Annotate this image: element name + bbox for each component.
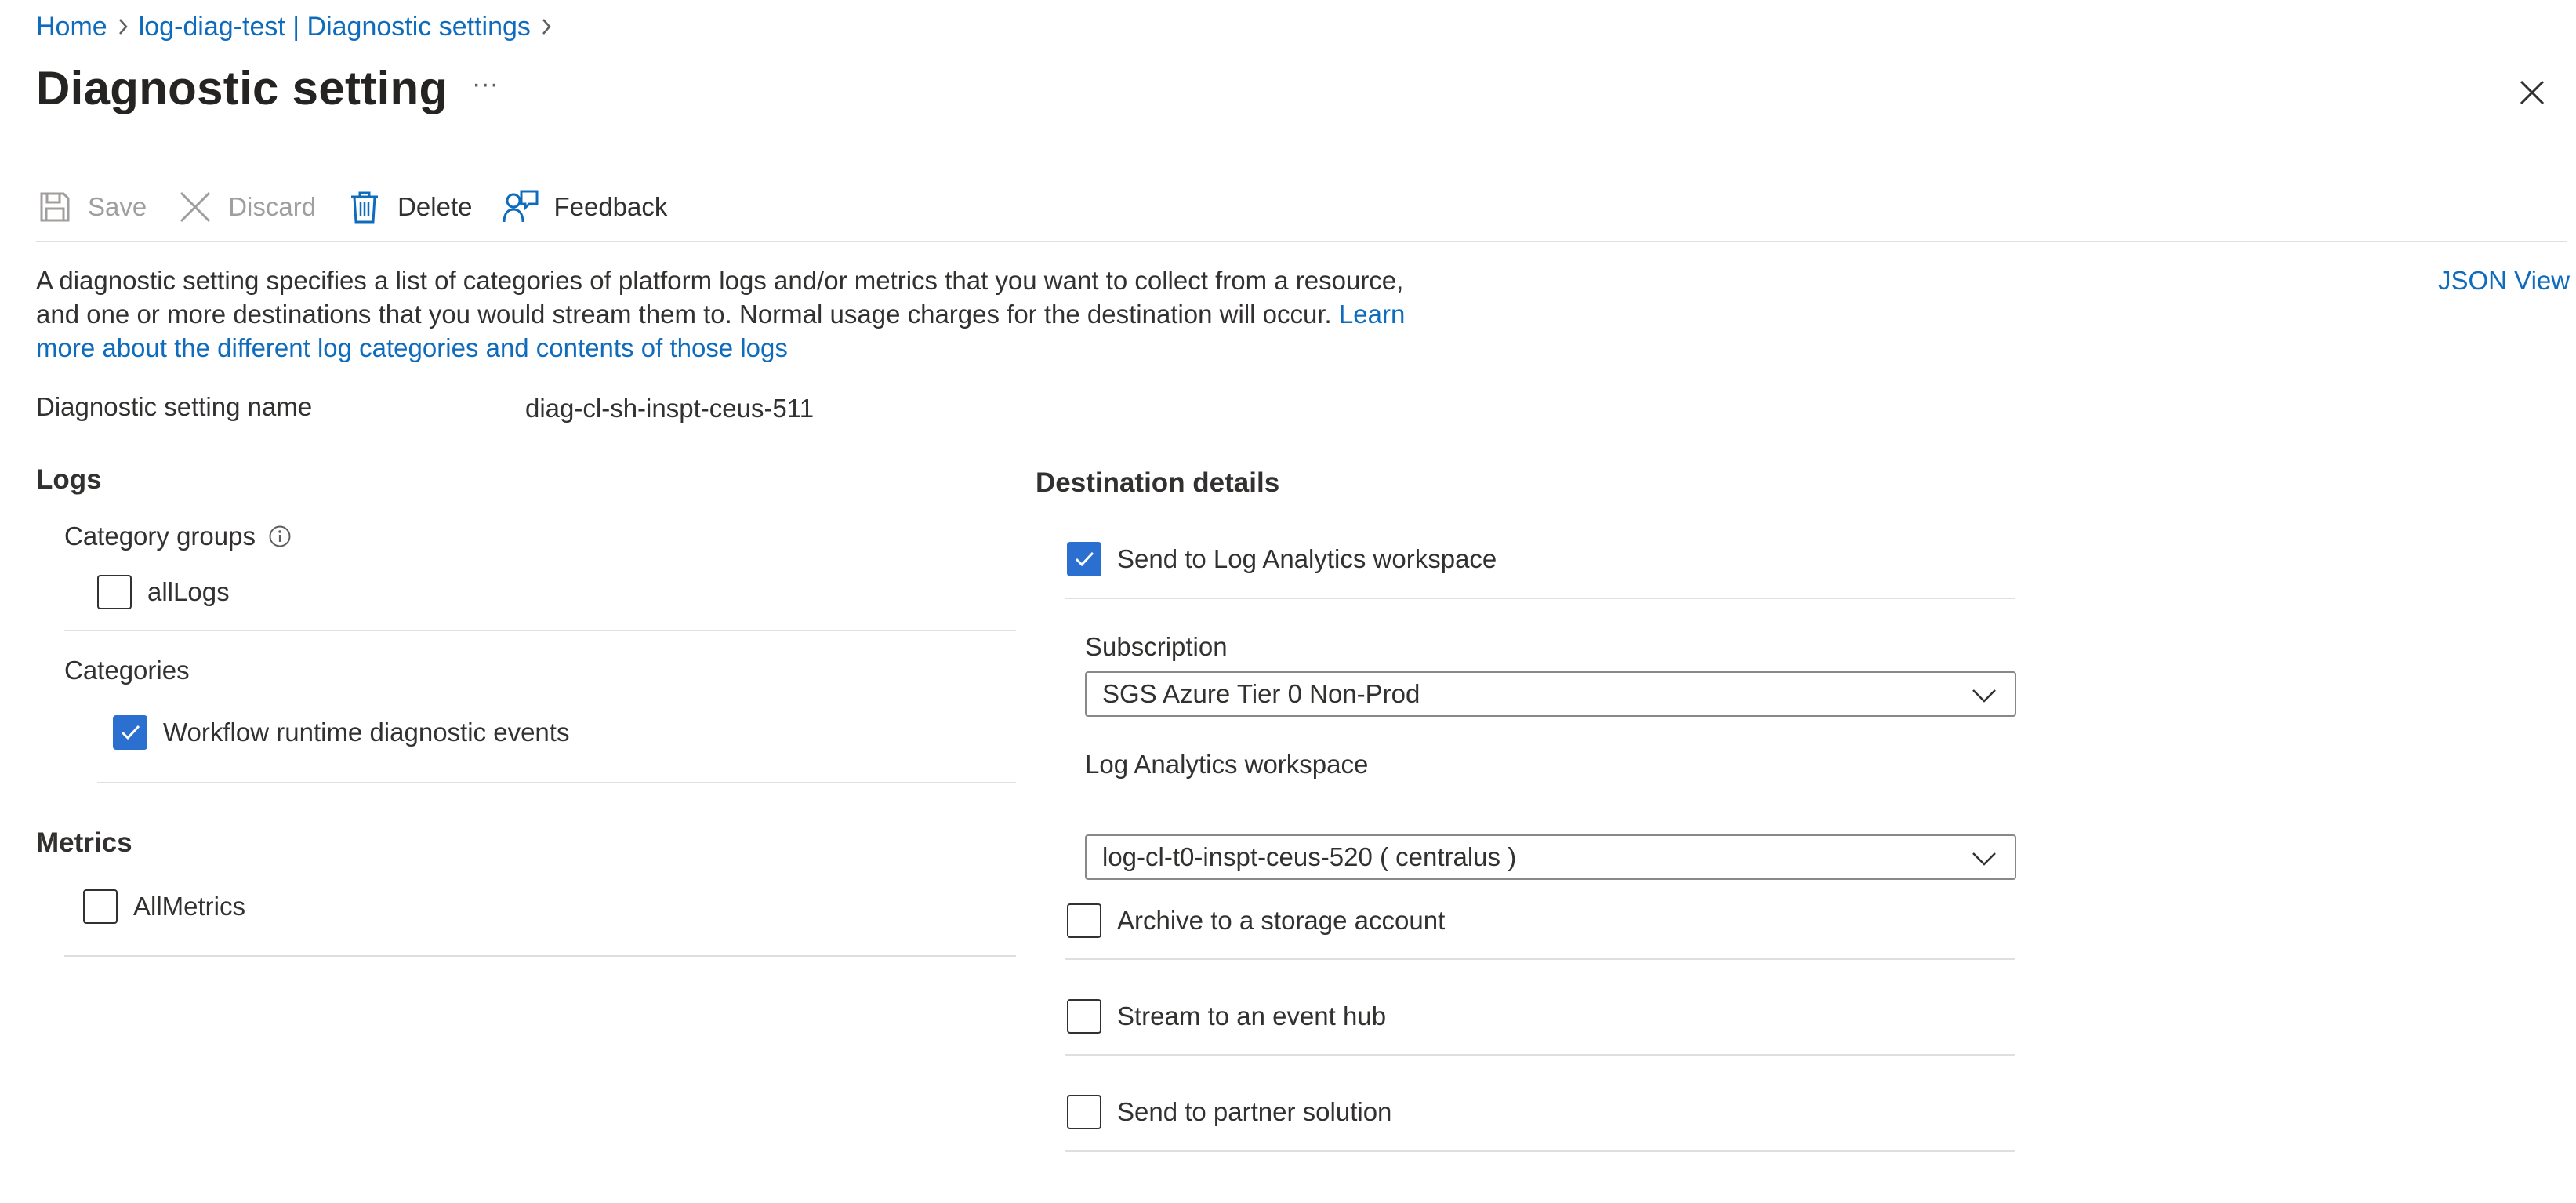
divider (1065, 958, 2015, 960)
breadcrumb: Home log-diag-test | Diagnostic settings (36, 9, 562, 44)
checkbox-box[interactable] (83, 889, 118, 924)
divider (1065, 598, 2015, 599)
save-label: Save (88, 192, 147, 221)
description: A diagnostic setting specifies a list of… (36, 263, 1439, 365)
description-text: A diagnostic setting specifies a list of… (36, 266, 1404, 329)
checkbox-event-hub[interactable]: Stream to an event hub (1067, 999, 1386, 1034)
checkmark-icon (1075, 551, 1094, 567)
feedback-icon (502, 188, 539, 226)
breadcrumb-diagnostic-settings-link[interactable]: log-diag-test | Diagnostic settings (139, 12, 531, 42)
category-groups-heading: Category groups (64, 522, 292, 551)
checkbox-label: Send to Log Analytics workspace (1117, 544, 1497, 573)
subscription-label: Subscription (1085, 632, 1228, 661)
checkmark-icon (121, 725, 140, 740)
checkbox-label: Workflow runtime diagnostic events (163, 718, 570, 747)
delete-label: Delete (397, 192, 473, 221)
subscription-value: SGS Azure Tier 0 Non-Prod (1102, 679, 1420, 708)
workspace-dropdown[interactable]: log-cl-t0-inspt-ceus-520 ( centralus ) (1085, 834, 2016, 880)
category-groups-label: Category groups (64, 522, 256, 551)
checkbox-label: allLogs (147, 577, 230, 606)
chevron-right-icon (107, 9, 139, 44)
breadcrumb-home-link[interactable]: Home (36, 12, 107, 42)
delete-button[interactable]: Delete (346, 182, 472, 232)
chevron-right-icon (531, 9, 562, 44)
feedback-label: Feedback (553, 192, 668, 221)
checkbox-archive-storage[interactable]: Archive to a storage account (1067, 903, 1445, 938)
divider (64, 955, 1016, 957)
discard-button[interactable]: Discard (176, 182, 316, 232)
save-icon (36, 188, 74, 226)
divider (1065, 1054, 2015, 1056)
workspace-label: Log Analytics workspace (1085, 750, 1369, 779)
checkbox-partner-solution[interactable]: Send to partner solution (1067, 1095, 1391, 1129)
checkbox-box[interactable] (1067, 1095, 1101, 1129)
close-icon[interactable] (2515, 75, 2549, 110)
checkbox-label: Send to partner solution (1117, 1097, 1392, 1126)
checkbox-label: Stream to an event hub (1117, 1001, 1387, 1030)
destination-heading: Destination details (1036, 467, 1280, 498)
trash-icon (346, 188, 383, 226)
page-title: Diagnostic setting (36, 62, 448, 114)
divider (64, 630, 1016, 631)
checkbox-box[interactable] (113, 715, 147, 750)
divider (1065, 1150, 2015, 1152)
checkbox-box[interactable] (97, 575, 132, 609)
setting-name-value: diag-cl-sh-inspt-ceus-511 (525, 394, 815, 423)
chevron-down-icon (1971, 682, 1997, 715)
checkbox-label: Archive to a storage account (1117, 906, 1446, 935)
checkbox-log-analytics[interactable]: Send to Log Analytics workspace (1067, 542, 1497, 576)
feedback-button[interactable]: Feedback (502, 182, 667, 232)
command-bar: Save Discard Delete Feedback (36, 182, 697, 232)
divider (97, 782, 1016, 783)
checkbox-box[interactable] (1067, 542, 1101, 576)
metrics-heading: Metrics (36, 827, 132, 858)
chevron-down-icon (1971, 845, 1997, 878)
discard-label: Discard (228, 192, 317, 221)
categories-label: Categories (64, 656, 190, 685)
checkbox-box[interactable] (1067, 999, 1101, 1034)
save-button[interactable]: Save (36, 182, 147, 232)
checkbox-box[interactable] (1067, 903, 1101, 938)
discard-icon (176, 188, 214, 226)
toolbar-divider (36, 241, 2567, 242)
setting-name-label: Diagnostic setting name (36, 392, 313, 421)
more-options-button[interactable]: ··· (469, 71, 502, 104)
logs-heading: Logs (36, 464, 102, 495)
checkbox-label: AllMetrics (133, 892, 246, 921)
checkbox-allmetrics[interactable]: AllMetrics (83, 889, 245, 924)
subscription-dropdown[interactable]: SGS Azure Tier 0 Non-Prod (1085, 671, 2016, 717)
json-view-link[interactable]: JSON View (2438, 263, 2570, 297)
checkbox-workflow-runtime[interactable]: Workflow runtime diagnostic events (113, 715, 569, 750)
checkbox-alllogs[interactable]: allLogs (97, 575, 230, 609)
workspace-value: log-cl-t0-inspt-ceus-520 ( centralus ) (1102, 842, 1517, 871)
info-icon[interactable] (268, 525, 292, 548)
